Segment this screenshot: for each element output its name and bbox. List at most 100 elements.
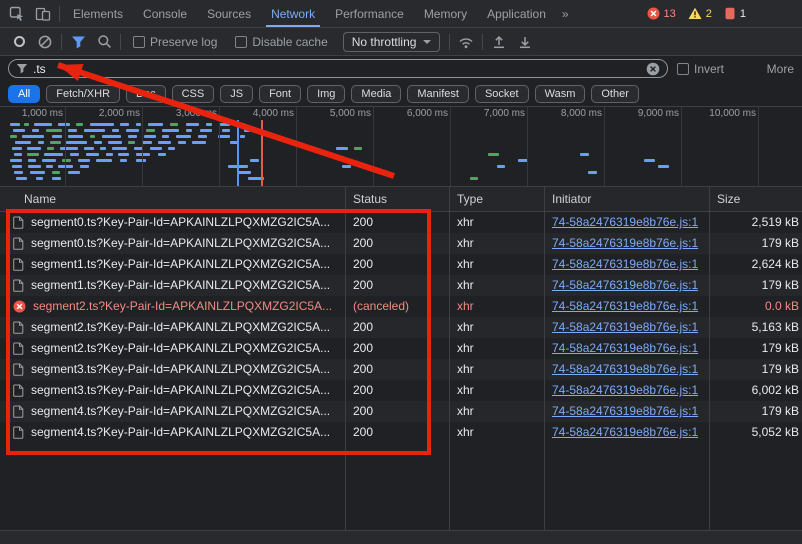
- request-initiator-cell: 74-58a2476319e8b76e.js:1: [544, 401, 709, 422]
- initiator-link[interactable]: 74-58a2476319e8b76e.js:1: [552, 425, 698, 439]
- request-status: 200: [345, 422, 449, 443]
- more-filters-button[interactable]: More: [757, 62, 794, 76]
- throttling-select[interactable]: No throttling: [343, 32, 441, 52]
- request-bar: [158, 153, 166, 156]
- filter-chip-other[interactable]: Other: [591, 85, 639, 103]
- request-name-cell: segment1.ts?Key-Pair-Id=APKAINLZLPQXMZG2…: [0, 254, 345, 275]
- request-size: 179 kB: [709, 275, 802, 296]
- initiator-link[interactable]: 74-58a2476319e8b76e.js:1: [552, 341, 698, 355]
- record-network-log-button[interactable]: [6, 30, 32, 54]
- network-overview[interactable]: 1,000 ms2,000 ms3,000 ms4,000 ms5,000 ms…: [0, 107, 802, 187]
- request-bar: [644, 159, 655, 162]
- table-row[interactable]: segment0.ts?Key-Pair-Id=APKAINLZLPQXMZG2…: [0, 233, 802, 254]
- column-header-status[interactable]: Status: [345, 187, 449, 211]
- request-bar: [488, 153, 499, 156]
- filter-toggle-button[interactable]: [65, 30, 91, 54]
- table-row[interactable]: segment4.ts?Key-Pair-Id=APKAINLZLPQXMZG2…: [0, 401, 802, 422]
- table-row[interactable]: segment4.ts?Key-Pair-Id=APKAINLZLPQXMZG2…: [0, 422, 802, 443]
- filter-chip-doc[interactable]: Doc: [126, 85, 166, 103]
- file-icon: [13, 258, 24, 271]
- request-status: 200: [345, 275, 449, 296]
- tab-sources[interactable]: Sources: [197, 0, 261, 27]
- table-row[interactable]: segment1.ts?Key-Pair-Id=APKAINLZLPQXMZG2…: [0, 275, 802, 296]
- issues-badge[interactable]: 1: [724, 7, 746, 20]
- initiator-link[interactable]: 74-58a2476319e8b76e.js:1: [552, 215, 698, 229]
- filter-chip-font[interactable]: Font: [259, 85, 301, 103]
- inspect-element-button[interactable]: [4, 2, 30, 26]
- tab-network[interactable]: Network: [261, 0, 325, 27]
- table-row[interactable]: segment1.ts?Key-Pair-Id=APKAINLZLPQXMZG2…: [0, 254, 802, 275]
- toggle-device-toolbar-button[interactable]: [30, 2, 56, 26]
- filter-chip-media[interactable]: Media: [351, 85, 401, 103]
- error-badge[interactable]: 13: [647, 7, 676, 20]
- warning-badge[interactable]: 2: [688, 7, 712, 20]
- filter-chip-wasm[interactable]: Wasm: [535, 85, 586, 103]
- column-divider[interactable]: [345, 187, 346, 530]
- filter-chip-manifest[interactable]: Manifest: [407, 85, 469, 103]
- request-initiator-cell: 74-58a2476319e8b76e.js:1: [544, 296, 709, 317]
- filter-chip-socket[interactable]: Socket: [475, 85, 529, 103]
- request-bar: [12, 165, 22, 168]
- filter-input-box[interactable]: [8, 59, 668, 78]
- table-row[interactable]: segment2.ts?Key-Pair-Id=APKAINLZLPQXMZG2…: [0, 317, 802, 338]
- request-bar: [46, 165, 53, 168]
- table-row[interactable]: segment2.ts?Key-Pair-Id=APKAINLZLPQXMZG2…: [0, 296, 802, 317]
- export-har-button[interactable]: [512, 30, 538, 54]
- column-header-type[interactable]: Type: [449, 187, 544, 211]
- initiator-link[interactable]: 74-58a2476319e8b76e.js:1: [552, 383, 698, 397]
- clear-network-log-button[interactable]: [32, 30, 58, 54]
- table-row[interactable]: segment3.ts?Key-Pair-Id=APKAINLZLPQXMZG2…: [0, 380, 802, 401]
- filter-chip-all[interactable]: All: [8, 85, 40, 103]
- tab-application[interactable]: Application: [477, 0, 556, 27]
- filter-chip-css[interactable]: CSS: [172, 85, 215, 103]
- request-bar: [238, 171, 251, 174]
- request-bar: [220, 123, 230, 126]
- tab-console[interactable]: Console: [133, 0, 197, 27]
- filter-chip-img[interactable]: Img: [307, 85, 345, 103]
- request-bar: [86, 153, 99, 156]
- toolbar-separator: [482, 34, 483, 50]
- invert-checkbox[interactable]: Invert: [677, 62, 724, 76]
- type-filter-chips: All Fetch/XHR Doc CSS JS Font Img Media Manifest…: [0, 81, 802, 107]
- filter-input[interactable]: [33, 62, 641, 76]
- filter-chip-fetch-xhr[interactable]: Fetch/XHR: [46, 85, 120, 103]
- clear-filter-icon[interactable]: [646, 62, 660, 76]
- request-bar: [192, 141, 206, 144]
- network-conditions-button[interactable]: [453, 30, 479, 54]
- search-icon: [97, 34, 112, 49]
- table-row[interactable]: segment2.ts?Key-Pair-Id=APKAINLZLPQXMZG2…: [0, 338, 802, 359]
- column-header-initiator[interactable]: Initiator: [544, 187, 709, 211]
- timeline-gridline: [296, 107, 297, 186]
- initiator-link[interactable]: 74-58a2476319e8b76e.js:1: [552, 236, 698, 250]
- initiator-link[interactable]: 74-58a2476319e8b76e.js:1: [552, 299, 698, 313]
- request-bar: [68, 129, 77, 132]
- column-divider[interactable]: [449, 187, 450, 530]
- table-row[interactable]: segment3.ts?Key-Pair-Id=APKAINLZLPQXMZG2…: [0, 359, 802, 380]
- tab-performance[interactable]: Performance: [325, 0, 414, 27]
- panel-tabs: ElementsConsoleSourcesNetworkPerformance…: [63, 0, 556, 27]
- request-name: segment0.ts?Key-Pair-Id=APKAINLZLPQXMZG2…: [31, 212, 330, 233]
- load-event-marker: [237, 120, 239, 186]
- column-divider[interactable]: [709, 187, 710, 530]
- column-header-size[interactable]: Size: [709, 187, 802, 211]
- import-har-button[interactable]: [486, 30, 512, 54]
- request-name: segment3.ts?Key-Pair-Id=APKAINLZLPQXMZG2…: [31, 359, 330, 380]
- tab-elements[interactable]: Elements: [63, 0, 133, 27]
- initiator-link[interactable]: 74-58a2476319e8b76e.js:1: [552, 257, 698, 271]
- filter-chip-js[interactable]: JS: [220, 85, 253, 103]
- initiator-link[interactable]: 74-58a2476319e8b76e.js:1: [552, 362, 698, 376]
- search-button[interactable]: [91, 30, 117, 54]
- tab-memory[interactable]: Memory: [414, 0, 477, 27]
- preserve-log-checkbox[interactable]: Preserve log: [133, 35, 217, 49]
- initiator-link[interactable]: 74-58a2476319e8b76e.js:1: [552, 320, 698, 334]
- column-divider[interactable]: [544, 187, 545, 530]
- disable-cache-checkbox[interactable]: Disable cache: [235, 35, 327, 49]
- request-bar: [128, 135, 137, 138]
- more-tabs-button[interactable]: »: [556, 7, 576, 21]
- request-size: 2,519 kB: [709, 212, 802, 233]
- initiator-link[interactable]: 74-58a2476319e8b76e.js:1: [552, 404, 698, 418]
- table-row[interactable]: segment0.ts?Key-Pair-Id=APKAINLZLPQXMZG2…: [0, 212, 802, 233]
- column-header-name[interactable]: Name: [0, 187, 345, 211]
- initiator-link[interactable]: 74-58a2476319e8b76e.js:1: [552, 278, 698, 292]
- toolbar-separator: [61, 34, 62, 50]
